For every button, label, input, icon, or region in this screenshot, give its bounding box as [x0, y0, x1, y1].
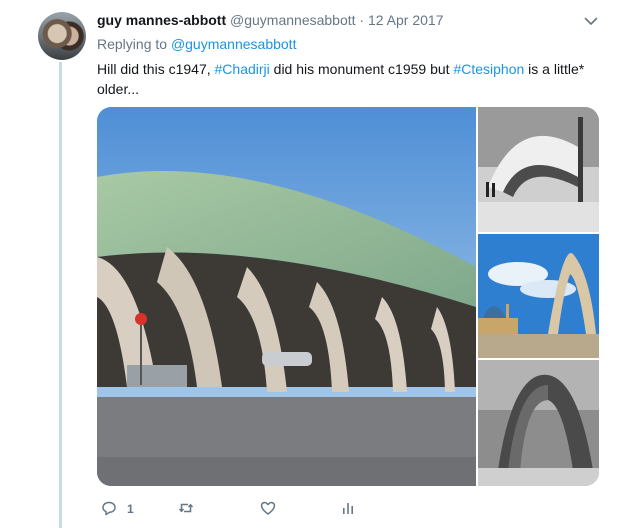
heart-icon	[259, 499, 277, 520]
hashtag-ctesiphon[interactable]: #Ctesiphon	[453, 61, 524, 77]
media-image-bus-station[interactable]	[97, 107, 476, 486]
tweet-text-part: Hill did this c1947,	[97, 61, 211, 77]
avatar[interactable]	[38, 12, 86, 60]
hashtag-chadirji[interactable]: #Chadirji	[215, 61, 270, 77]
chevron-down-icon[interactable]	[582, 12, 600, 30]
media-image-bw-monument[interactable]	[478, 360, 599, 486]
retweet-arrows-icon	[177, 499, 195, 520]
retweet-button[interactable]	[177, 498, 204, 520]
media-grid	[97, 107, 599, 486]
media-image-bw-canopy[interactable]	[478, 107, 599, 232]
bar-chart-icon	[339, 499, 357, 520]
reply-mention-link[interactable]: @guymannesabbott	[171, 36, 297, 52]
tweet-date[interactable]: 12 Apr 2017	[368, 12, 444, 28]
media-image-monument-mosque[interactable]	[478, 234, 599, 358]
tweet-text: Hill did this c1947, #Chadirji did his m…	[97, 59, 607, 99]
replying-to: Replying to @guymannesabbott	[97, 35, 296, 53]
analytics-button[interactable]	[339, 498, 357, 520]
tweet-text-part: did his monument c1959 but	[273, 61, 450, 77]
tweet-header: guy mannes-abbott @guymannesabbott · 12 …	[97, 11, 444, 29]
separator: ·	[359, 12, 365, 28]
like-button[interactable]	[259, 498, 286, 520]
user-handle[interactable]: @guymannesabbott	[230, 12, 356, 28]
tweet-actions: 1	[97, 498, 367, 520]
reply-count: 1	[127, 502, 134, 516]
replying-to-label: Replying to	[97, 36, 168, 52]
display-name[interactable]: guy mannes-abbott	[97, 12, 226, 28]
reply-button[interactable]: 1	[100, 498, 134, 520]
thread-line	[59, 62, 62, 528]
speech-bubble-icon	[100, 499, 118, 520]
